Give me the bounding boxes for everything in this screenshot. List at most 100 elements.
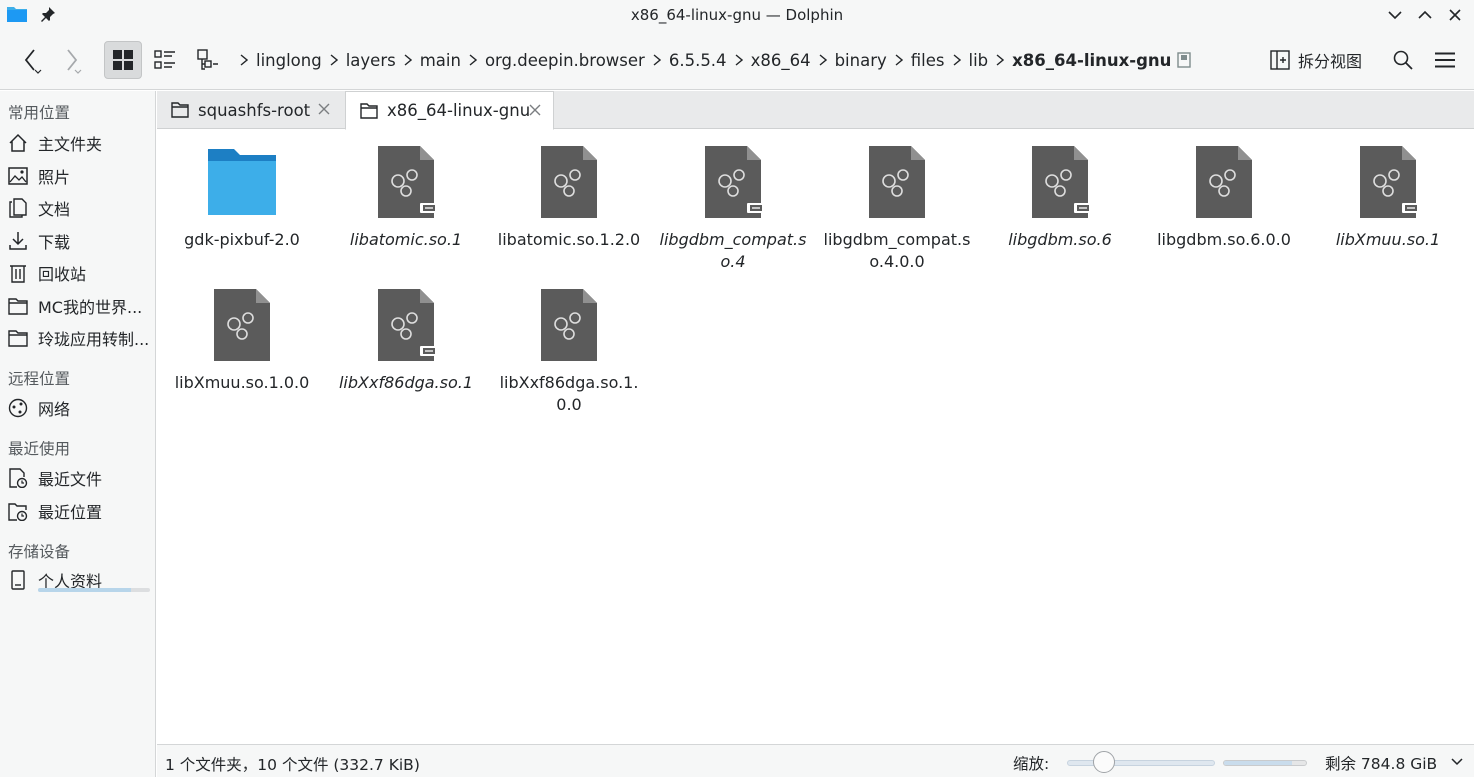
compact-view-button[interactable]	[146, 41, 184, 79]
drive-icon	[11, 570, 25, 590]
free-space-text: 剩余 784.8 GiB	[1325, 755, 1438, 773]
sidebar-item-label: 玲珑应用转制...	[38, 330, 150, 349]
document-icon	[9, 198, 27, 218]
file-item[interactable]: libXmuu.so.1.0.0	[162, 288, 322, 394]
sidebar-item-label: 网络	[38, 400, 71, 419]
tab-x86-64-linux-gnu[interactable]: x86_64-linux-gnu	[345, 91, 554, 130]
search-icon	[1393, 50, 1413, 70]
tab-squashfs-root[interactable]: squashfs-root	[157, 91, 345, 129]
breadcrumb-separator	[645, 42, 669, 78]
tab-close-icon[interactable]	[316, 101, 332, 117]
hamburger-menu-button[interactable]	[1428, 43, 1462, 77]
breadcrumb-files[interactable]: files	[911, 51, 945, 70]
zoom-slider[interactable]	[1067, 760, 1215, 766]
file-name: libgdbm.so.6	[1008, 230, 1112, 249]
breadcrumb-version[interactable]: 6.5.5.4	[669, 51, 727, 70]
file-item[interactable]: libXmuu.so.1	[1308, 145, 1468, 251]
tab-close-icon[interactable]	[527, 102, 543, 118]
breadcrumb-current[interactable]: x86_64-linux-gnu	[1012, 51, 1171, 70]
sidebar-item-linglong-folder[interactable]: 玲珑应用转制...	[0, 323, 155, 353]
drive-usage-bar	[38, 588, 150, 592]
toolbar: linglong layers main org.deepin.browser …	[0, 30, 1474, 90]
image-icon	[8, 167, 28, 185]
maximize-button[interactable]	[1414, 4, 1436, 26]
tab-label: x86_64-linux-gnu	[387, 101, 531, 120]
shared-library-symlink-icon	[705, 146, 765, 218]
sidebar-item-pictures[interactable]: 照片	[0, 161, 155, 191]
zoom-slider-handle[interactable]	[1093, 751, 1115, 773]
breadcrumb: linglong layers main org.deepin.browser …	[232, 42, 1192, 78]
split-view-button[interactable]: 拆分视图	[1270, 43, 1362, 77]
sidebar-item-recent-locations[interactable]: 最近位置	[0, 496, 155, 526]
close-button[interactable]	[1444, 4, 1466, 26]
forward-button[interactable]	[52, 41, 90, 79]
back-arrow-icon	[24, 49, 42, 74]
file-item[interactable]: libgdbm_compat.so.4	[653, 145, 813, 273]
back-button[interactable]	[12, 41, 50, 79]
breadcrumb-layers[interactable]: layers	[346, 51, 396, 70]
folder-icon	[208, 149, 276, 215]
file-name: libatomic.so.1	[349, 230, 463, 249]
sidebar-item-label: 最近文件	[38, 470, 103, 489]
sidebar-item-label: MC我的世界...	[38, 298, 143, 317]
close-icon	[1449, 9, 1461, 21]
file-item[interactable]: gdk-pixbuf-2.0	[162, 145, 322, 251]
sidebar-item-downloads[interactable]: 下载	[0, 226, 155, 256]
breadcrumb-lib[interactable]: lib	[969, 51, 989, 70]
shared-library-symlink-icon	[1032, 146, 1092, 218]
status-summary: 1 个文件夹，10 个文件 (332.7 KiB)	[165, 756, 420, 774]
breadcrumb-binary[interactable]: binary	[835, 51, 887, 70]
sidebar-item-label: 文档	[38, 200, 71, 219]
sidebar-item-mc-folder[interactable]: MC我的世界...	[0, 291, 155, 321]
recent-files-icon	[9, 468, 28, 488]
details-view-button[interactable]	[189, 41, 227, 79]
pin-icon[interactable]	[40, 6, 56, 22]
file-name: libgdbm_compat.so.4.0.0	[823, 230, 971, 271]
sidebar-item-label: 回收站	[38, 265, 87, 284]
chevron-right-icon	[404, 54, 412, 66]
shared-library-icon	[1196, 146, 1252, 218]
chevron-right-icon	[895, 54, 903, 66]
file-item[interactable]: libatomic.so.1	[326, 145, 486, 251]
zoom-label: 缩放:	[1013, 755, 1050, 773]
breadcrumb-linglong[interactable]: linglong	[256, 51, 322, 70]
chevron-right-icon	[819, 54, 827, 66]
file-item[interactable]: libgdbm_compat.so.4.0.0	[817, 145, 977, 273]
sidebar-item-documents[interactable]: 文档	[0, 193, 155, 223]
breadcrumb-separator	[461, 42, 485, 78]
breadcrumb-separator	[988, 42, 1012, 78]
file-item[interactable]: libgdbm.so.6	[980, 145, 1140, 251]
sidebar-section-devices: 存储设备	[8, 543, 71, 561]
file-name: libXmuu.so.1.0.0	[174, 373, 310, 392]
title-bar: x86_64-linux-gnu — Dolphin	[0, 0, 1474, 30]
sidebar-item-network[interactable]: 网络	[0, 393, 155, 423]
file-icon-view[interactable]: gdk-pixbuf-2.0 libatomic.so.1 libatomic.…	[157, 130, 1474, 743]
breadcrumb-main[interactable]: main	[420, 51, 461, 70]
minimize-button[interactable]	[1384, 4, 1406, 26]
chevron-right-icon	[735, 54, 743, 66]
sidebar-item-recent-files[interactable]: 最近文件	[0, 463, 155, 493]
file-name: libXxf86dga.so.1	[338, 373, 474, 392]
sidebar-section-recent: 最近使用	[8, 440, 71, 458]
icons-view-button[interactable]	[104, 41, 142, 79]
search-button[interactable]	[1386, 43, 1420, 77]
sidebar-item-trash[interactable]: 回收站	[0, 258, 155, 288]
tab-label: squashfs-root	[198, 100, 311, 120]
sidebar-item-home[interactable]: 主文件夹	[0, 128, 155, 158]
icons-view-icon	[113, 50, 133, 70]
chevron-right-icon	[653, 54, 661, 66]
file-item[interactable]: libXxf86dga.so.1.0.0	[489, 288, 649, 416]
file-name: libatomic.so.1.2.0	[497, 230, 641, 249]
dolphin-app-icon[interactable]	[6, 5, 28, 23]
details-view-icon	[197, 49, 218, 70]
file-item[interactable]: libatomic.so.1.2.0	[489, 145, 649, 251]
recent-locations-icon	[8, 503, 28, 521]
folder-icon	[171, 102, 189, 118]
breadcrumb-arch[interactable]: x86_64	[751, 51, 811, 70]
breadcrumb-separator	[811, 42, 835, 78]
breadcrumb-org-deepin-browser[interactable]: org.deepin.browser	[485, 51, 645, 70]
file-item[interactable]: libXxf86dga.so.1	[326, 288, 486, 394]
file-item[interactable]: libgdbm.so.6.0.0	[1144, 145, 1304, 251]
file-name: gdk-pixbuf-2.0	[184, 230, 300, 249]
chevron-down-icon[interactable]	[1449, 754, 1465, 770]
